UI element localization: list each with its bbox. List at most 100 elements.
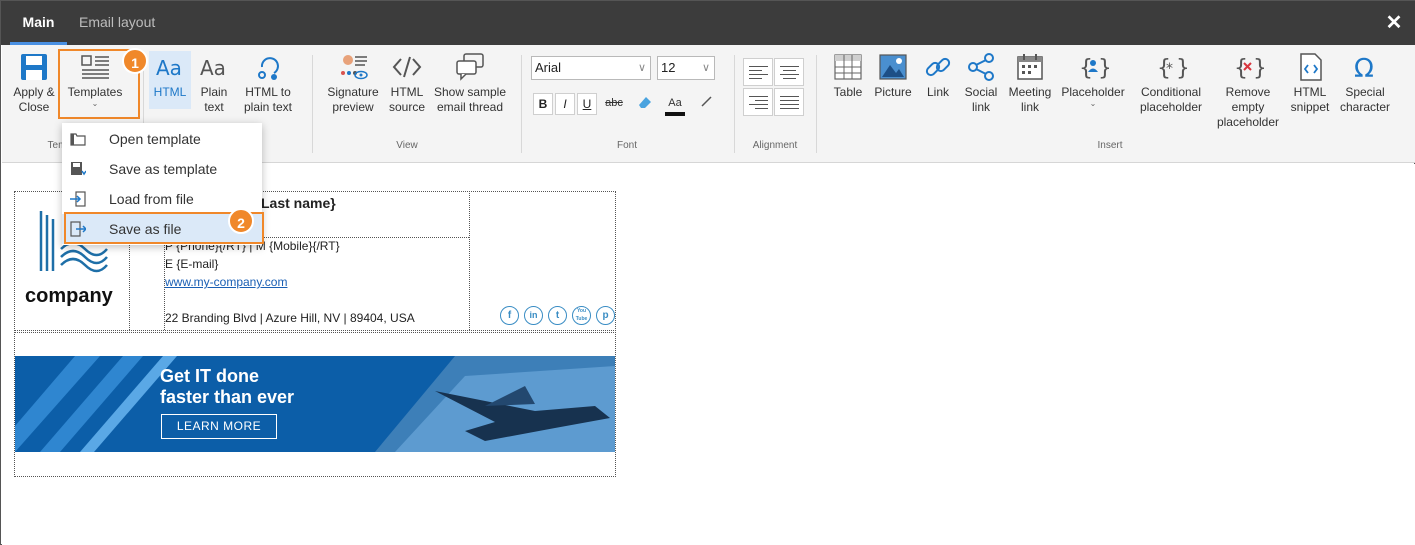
group-label-font: Font (616, 140, 637, 151)
svg-text:Aa: Aa (156, 56, 182, 80)
group-label-insert: Insert (1097, 140, 1123, 151)
separator (312, 55, 313, 153)
signature-preview-label: Signature preview (327, 85, 379, 114)
svg-text:}: } (1176, 56, 1187, 81)
tab-main[interactable]: Main (10, 1, 67, 45)
separator (521, 55, 522, 153)
banner-line-1: Get IT done (160, 366, 259, 386)
link-icon (925, 57, 951, 77)
signature-address: 22 Branding Blvd | Azure Hill, NV | 8940… (165, 311, 415, 325)
strikethrough-button[interactable]: abc (603, 93, 625, 115)
chevron-down-icon: ⌄ (1089, 99, 1097, 108)
banner-line-2: faster than ever (160, 387, 295, 407)
tab-email-layout[interactable]: Email layout (79, 1, 169, 45)
insert-social-link-button[interactable]: Social link (962, 51, 1000, 115)
link-label: Link (926, 85, 949, 99)
code-icon (392, 56, 422, 78)
learn-more-button[interactable]: LEARN MORE (161, 414, 277, 439)
insert-meeting-link-button[interactable]: Meeting link (1006, 51, 1054, 115)
table-divider (14, 330, 616, 331)
linkedin-icon[interactable]: in (524, 306, 543, 325)
facebook-icon[interactable]: f (500, 306, 519, 325)
svg-text:Ω: Ω (1354, 54, 1374, 83)
banner-headline: Get IT done faster than ever (160, 366, 294, 408)
signature-preview-button[interactable]: Signature preview (324, 51, 382, 115)
pinterest-icon[interactable]: p (596, 306, 615, 325)
svg-text:{: { (1079, 56, 1093, 81)
html-snippet-label: HTML snippet (1290, 85, 1330, 114)
svg-text:}: } (1098, 56, 1109, 81)
insert-table-button[interactable]: Table (830, 51, 866, 100)
menu-item-save-as-template[interactable]: Save as template (62, 154, 262, 184)
remove-empty-placeholder-button[interactable]: { } Remove empty placeholder (1214, 51, 1282, 130)
insert-link-button[interactable]: Link (920, 51, 956, 100)
html-source-label: HTML source (388, 85, 426, 114)
menu-item-label: Open template (109, 131, 201, 147)
font-size-select[interactable]: 12 ∨ (657, 56, 715, 80)
promo-banner[interactable]: Get IT done faster than ever LEARN MORE (15, 356, 615, 452)
bold-button[interactable]: B (533, 93, 553, 115)
align-justify-button[interactable] (774, 88, 804, 116)
underline-button[interactable]: U (577, 93, 597, 115)
font-color-button[interactable]: Aa (664, 93, 686, 116)
align-right-button[interactable] (743, 88, 773, 116)
menu-item-open-template[interactable]: Open template (62, 124, 262, 154)
italic-button[interactable]: I (555, 93, 575, 115)
highlight-button[interactable] (696, 93, 718, 115)
picture-icon (879, 54, 907, 80)
align-center-button[interactable] (774, 58, 804, 86)
font-aa-light-icon: Aa (200, 56, 226, 80)
folder-icon (70, 133, 86, 146)
table-icon (834, 54, 862, 80)
separator (816, 55, 817, 153)
picture-label: Picture (874, 85, 912, 99)
conditional-placeholder-label: Conditional placeholder (1139, 85, 1203, 114)
menu-item-label: Save as template (109, 161, 218, 177)
clear-format-button[interactable] (634, 93, 656, 115)
insert-special-character-button[interactable]: Ω Special character (1338, 51, 1392, 115)
show-sample-thread-button[interactable]: Show sample email thread (432, 51, 508, 115)
signature-email: E {E-mail} (165, 257, 219, 271)
font-size-value: 12 (661, 60, 676, 75)
eraser-icon (639, 97, 651, 108)
load-file-icon (70, 191, 86, 207)
table-divider (469, 191, 470, 330)
group-label-alignment: Alignment (752, 140, 798, 151)
close-icon[interactable]: ✕ (1384, 13, 1404, 33)
font-family-select[interactable]: Arial ∨ (531, 56, 651, 80)
apply-close-button[interactable]: Apply & Close (11, 51, 57, 115)
share-icon (968, 53, 994, 81)
save-template-icon (71, 162, 86, 176)
menu-item-load-from-file[interactable]: Load from file (62, 184, 262, 214)
placeholder-label: Placeholder (1061, 85, 1125, 99)
conditional-placeholder-icon: { } * (1157, 56, 1187, 81)
html-mode-button[interactable]: Aa HTML (149, 51, 191, 109)
chevron-down-icon: ∨ (637, 62, 646, 74)
insert-html-snippet-button[interactable]: HTML snippet (1288, 51, 1332, 115)
insert-placeholder-button[interactable]: { } Placeholder ⌄ (1060, 51, 1126, 108)
font-color-label: Aa (668, 97, 682, 109)
special-character-label: Special character (1339, 85, 1391, 114)
youtube-icon[interactable]: You Tube (572, 306, 591, 325)
twitter-icon[interactable]: t (548, 306, 567, 325)
signature-name: Last name} (261, 195, 336, 211)
plain-text-label: Plain text (200, 85, 228, 114)
html-source-button[interactable]: HTML source (387, 51, 427, 115)
chevron-down-icon: ∨ (701, 62, 710, 74)
font-family-value: Arial (535, 60, 562, 75)
html-to-plain-button[interactable]: HTML to plain text (239, 51, 297, 115)
chat-bubbles-icon (456, 53, 484, 81)
plain-text-button[interactable]: Aa Plain text (195, 51, 233, 115)
apply-close-label: Apply & Close (13, 85, 55, 114)
insert-picture-button[interactable]: Picture (872, 51, 914, 100)
insert-conditional-placeholder-button[interactable]: { } * Conditional placeholder (1132, 51, 1210, 115)
align-left-button[interactable] (743, 58, 773, 86)
signature-website-link[interactable]: www.my-company.com (165, 275, 287, 289)
callout-badge-1: 1 (122, 48, 148, 74)
separator (734, 55, 735, 153)
banner-graphic (15, 356, 615, 452)
svg-text:Aa: Aa (200, 56, 226, 80)
table-divider (14, 332, 616, 333)
meeting-link-label: Meeting link (1008, 85, 1052, 114)
placeholder-icon: { } (1079, 56, 1109, 81)
